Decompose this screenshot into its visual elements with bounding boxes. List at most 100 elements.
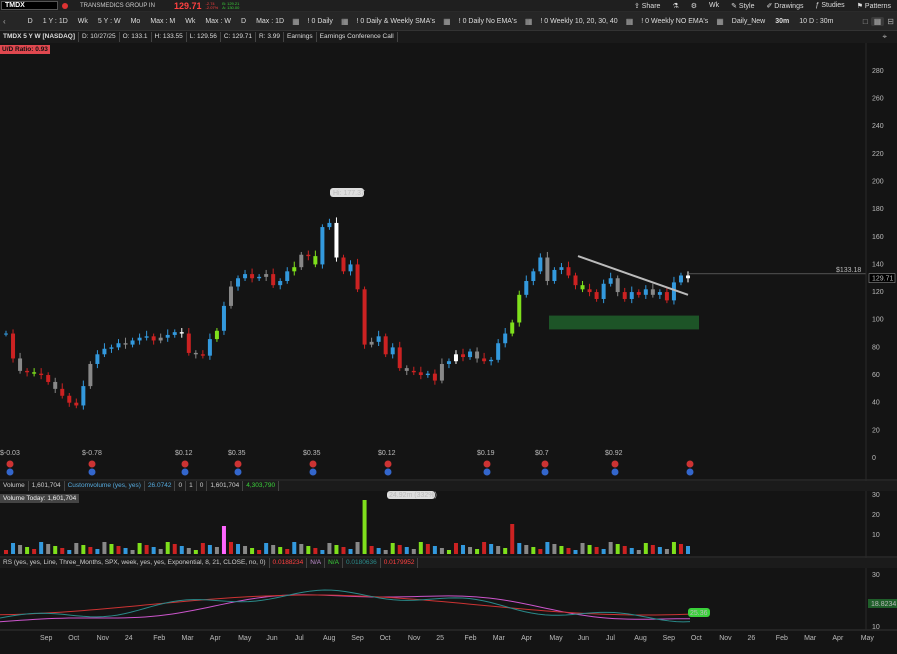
chevron-left-icon[interactable]: ‹ — [0, 17, 9, 26]
volume-bar — [601, 549, 606, 554]
time-axis-label: Feb — [465, 635, 477, 642]
set-daily-new[interactable]: Daily_New — [727, 18, 770, 25]
volume-bar — [306, 546, 311, 554]
tf-wk[interactable]: Wk — [73, 18, 93, 25]
time-axis-label: Nov — [97, 635, 110, 642]
alert-icon[interactable] — [62, 2, 68, 9]
grid-icon[interactable]: ▦ — [440, 17, 454, 26]
grid-icon[interactable]: ▦ — [289, 17, 303, 26]
time-axis-label: Oct — [68, 635, 79, 642]
candle-body — [221, 305, 226, 331]
candle-body — [236, 278, 241, 287]
patterns-button[interactable]: ⚑ Patterns — [857, 2, 891, 10]
grid-icon[interactable]: ▦ — [338, 17, 352, 26]
grid-icon[interactable]: ▦ — [623, 17, 637, 26]
set-weekly-10-20[interactable]: ! 0 Weekly 10, 20, 30, 40 — [535, 18, 622, 25]
candle-body — [482, 358, 487, 362]
tf-mo[interactable]: Mo — [126, 18, 146, 25]
price-axis-label: 260 — [872, 95, 884, 102]
tf-max-m[interactable]: Max : M — [145, 18, 180, 25]
candle-body — [165, 334, 170, 338]
tf-wk-2[interactable]: Wk — [180, 18, 200, 25]
price-axis-label: 40 — [872, 400, 880, 407]
tf-5y-w[interactable]: 5 Y : W — [93, 18, 126, 25]
candle-body — [496, 343, 501, 360]
drawings-button[interactable]: ✐ Drawings — [766, 2, 803, 10]
volume-axis-label: 20 — [872, 512, 880, 519]
tf-10d-30m[interactable]: 10 D : 30m — [794, 18, 838, 25]
earnings-value: $0.19 — [477, 450, 495, 457]
candle-body — [453, 354, 458, 362]
candle-body — [559, 267, 564, 270]
volume-bar — [151, 547, 156, 554]
symbol-input[interactable]: TMDX — [1, 1, 58, 10]
set-weekly-no-ema[interactable]: ! 0 Weekly NO EMA's — [636, 18, 713, 25]
candle-body — [158, 337, 163, 341]
set-daily[interactable]: ! 0 Daily — [303, 18, 338, 25]
candle-body — [397, 347, 402, 369]
gear-icon[interactable]: ⚙ — [691, 2, 697, 10]
wk-button[interactable]: Wk — [709, 2, 719, 9]
tf-30m[interactable]: 30m — [770, 18, 794, 25]
earnings-d-icon — [483, 468, 491, 476]
volume-bar — [236, 544, 241, 554]
timeframe-toolbar: ‹ D 1 Y : 1D Wk 5 Y : W Mo Max : M Wk Ma… — [0, 12, 897, 31]
volume-bar — [383, 550, 388, 554]
flask-icon[interactable]: ⚗ — [672, 2, 678, 10]
chart-info-bar: TMDX 5 Y W [NASDAQ] D: 10/27/25 O: 133.1… — [0, 31, 897, 43]
volume-bar — [243, 546, 248, 554]
style-button[interactable]: ✎ Style — [731, 2, 754, 10]
candle-body — [327, 222, 332, 228]
tf-max-w[interactable]: Max : W — [200, 18, 236, 25]
volume-bar — [53, 546, 58, 554]
volume-bar — [46, 544, 51, 554]
set-daily-weekly-sma[interactable]: ! 0 Daily & Weekly SMA's — [352, 18, 441, 25]
price-axis-label: 0 — [872, 455, 876, 462]
candle-body — [622, 292, 627, 299]
tf-1y-1d[interactable]: 1 Y : 1D — [38, 18, 73, 25]
grid-layout-icon[interactable]: ▦ — [870, 16, 885, 26]
layout-icon[interactable]: ⊟ — [884, 17, 897, 26]
share-button[interactable]: ⇪ Share — [634, 2, 661, 10]
tf-max-1d[interactable]: Max : 1D — [251, 18, 289, 25]
tf-d-2[interactable]: D — [236, 18, 251, 25]
candle-body — [468, 351, 473, 358]
grid-icon[interactable]: ▦ — [522, 17, 536, 26]
earnings-value: $0.35 — [228, 450, 246, 457]
volume-bar — [418, 542, 423, 554]
volume-bar — [165, 542, 170, 554]
volume-avg: 4,303,790 — [243, 481, 280, 491]
candle-body — [355, 264, 360, 290]
grid-icon[interactable]: ▦ — [713, 17, 727, 26]
candle-body — [39, 373, 44, 376]
volume-bar — [172, 544, 177, 554]
volume-bar — [531, 547, 536, 554]
candle-body — [510, 322, 515, 334]
candle-body — [60, 388, 65, 396]
candle-body — [334, 222, 339, 258]
top-bar: TMDX TRANSMEDICS GROUP IN 129.71 -2.74 -… — [0, 0, 897, 12]
volume-bar — [348, 549, 353, 554]
time-axis-label: Nov — [719, 635, 732, 642]
volume-field-a: 0 — [175, 481, 187, 491]
tf-d[interactable]: D — [23, 18, 38, 25]
volume-bar — [144, 545, 149, 554]
change-pct: -2.07% — [205, 4, 219, 10]
volume-bar — [510, 524, 515, 554]
volume-bar — [313, 548, 318, 554]
candle-body — [292, 267, 297, 272]
set-daily-no-ema[interactable]: ! 0 Daily No EMA's — [454, 18, 522, 25]
volume-bar — [320, 550, 325, 554]
time-axis-label: Aug — [323, 635, 336, 642]
price-axis-label: 140 — [872, 261, 884, 268]
volume-bar — [397, 545, 402, 554]
price-axis-label: 240 — [872, 123, 884, 130]
price-tag-label: 129.71 — [872, 276, 894, 283]
candle-body — [130, 340, 135, 345]
single-layout-icon[interactable]: □ — [860, 17, 871, 26]
time-axis-label: Mar — [182, 635, 195, 642]
studies-button[interactable]: ƒ Studies — [815, 2, 844, 9]
volume-bar — [446, 550, 451, 554]
candle-body — [552, 269, 557, 282]
crosshair-icon[interactable]: ⌖ — [879, 32, 897, 42]
